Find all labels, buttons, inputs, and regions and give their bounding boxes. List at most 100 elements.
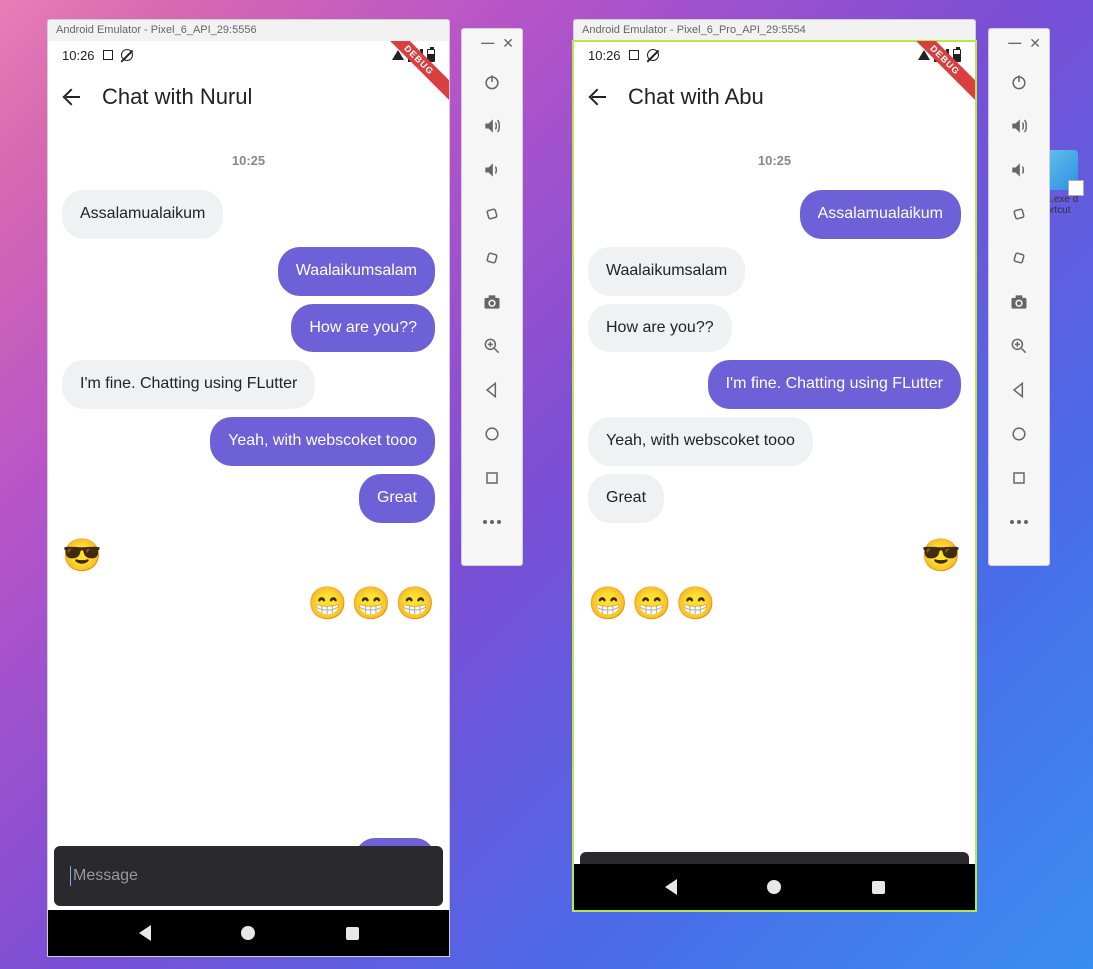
received-message-bubble[interactable]: How are you?? [588,304,732,353]
rotate-right-button[interactable] [989,236,1049,280]
app-bar: Chat with Abu [574,69,975,125]
message-row: Great [62,474,435,523]
sdcard-icon [629,50,639,60]
message-row: How are you?? [588,304,961,353]
phone-screen: 10:26 DEBUG Chat with Nurul 10:25 Assala… [47,41,450,957]
message-row: How are you?? [62,304,435,353]
wifi-icon [392,50,404,60]
battery-icon [427,49,435,62]
volume-up-button[interactable] [989,104,1049,148]
chat-timestamp: 10:25 [588,153,961,168]
signal-icon [934,49,949,62]
no-location-icon [121,49,133,61]
nav-recent-icon[interactable] [346,927,359,940]
nav-back-icon[interactable] [665,879,677,895]
home-button[interactable] [462,412,522,456]
sdcard-icon [103,50,113,60]
received-message-bubble[interactable]: Yeah, with webscoket tooo [588,417,813,466]
overview-button[interactable] [989,456,1049,500]
status-bar: 10:26 [48,41,449,69]
more-button[interactable] [462,500,522,544]
nav-home-icon[interactable] [241,926,255,940]
page-title: Chat with Nurul [102,84,252,110]
message-input[interactable] [73,867,427,885]
zoom-button[interactable] [462,324,522,368]
no-location-icon [647,49,659,61]
rotate-left-button[interactable] [462,192,522,236]
signal-icon [408,49,423,62]
sent-message-bubble[interactable]: Waalaikumsalam [278,247,435,296]
nav-recent-icon[interactable] [872,881,885,894]
received-message-bubble[interactable]: Assalamualaikum [62,190,223,239]
window-title: Android Emulator - Pixel_6_Pro_API_29:55… [582,24,806,36]
emoji-icon: 😁 [395,587,435,619]
emoji-icon: 😁 [351,587,391,619]
received-message-bubble[interactable]: Waalaikumsalam [588,247,745,296]
close-button[interactable]: ✕ [502,35,514,52]
message-row: Yeah, with webscoket tooo [62,417,435,466]
emoji-icon: 😁 [588,587,628,619]
minimize-button[interactable]: — [1008,35,1021,52]
status-time: 10:26 [62,48,95,63]
page-title: Chat with Abu [628,84,764,110]
sent-message-bubble[interactable]: Assalamualaikum [800,190,961,239]
power-button[interactable] [989,60,1049,104]
volume-down-button[interactable] [462,148,522,192]
message-row: Waalaikumsalam [62,247,435,296]
home-button[interactable] [989,412,1049,456]
emoji-message-row: 😁😁😁 [62,587,435,619]
message-row: Assalamualaikum [62,190,435,239]
close-button[interactable]: ✕ [1029,35,1041,52]
message-row: I'm fine. Chatting using FLutter [588,360,961,409]
emoji-icon: 😁 [676,587,716,619]
sent-message-bubble[interactable]: I'm fine. Chatting using FLutter [708,360,961,409]
minimize-button[interactable]: — [481,35,494,52]
back-button[interactable] [989,368,1049,412]
chat-scroll-area[interactable]: 10:25 AssalamualaikumWaalaikumsalamHow a… [48,125,449,858]
volume-down-button[interactable] [989,148,1049,192]
back-icon[interactable] [588,87,608,107]
message-row: Yeah, with webscoket tooo [588,417,961,466]
message-row: I'm fine. Chatting using FLutter [62,360,435,409]
emoji-icon: 😁 [307,587,347,619]
power-button[interactable] [462,60,522,104]
android-navbar [48,910,449,956]
overview-button[interactable] [462,456,522,500]
window-titlebar[interactable]: Android Emulator - Pixel_6_Pro_API_29:55… [573,19,976,41]
battery-icon [953,49,961,62]
back-icon[interactable] [62,87,82,107]
text-cursor [70,866,71,886]
status-bar: 10:26 [574,41,975,69]
nav-back-icon[interactable] [139,925,151,941]
volume-up-button[interactable] [462,104,522,148]
message-input-bar[interactable] [54,846,443,906]
message-row: Waalaikumsalam [588,247,961,296]
received-message-bubble[interactable]: Great [588,474,664,523]
rotate-right-button[interactable] [462,236,522,280]
window-title: Android Emulator - Pixel_6_API_29:5556 [56,24,257,36]
message-row: Assalamualaikum [588,190,961,239]
emoji-icon: 😁 [632,587,672,619]
back-button[interactable] [462,368,522,412]
emoji-message-row: 😁😁😁 [588,587,961,619]
chat-scroll-area[interactable]: 10:25 Assalamualaikum Waalaikumsalam How a… [574,125,975,858]
sent-message-bubble[interactable]: Yeah, with webscoket tooo [210,417,435,466]
received-message-bubble[interactable]: I'm fine. Chatting using FLutter [62,360,315,409]
emoji-message-row: 😎 [62,539,435,571]
sent-message-bubble[interactable]: Great [359,474,435,523]
status-time: 10:26 [588,48,621,63]
emoji-icon: 😎 [62,539,102,571]
emoji-icon: 😎 [921,539,961,571]
camera-button[interactable] [462,280,522,324]
emulator-toolbar-right: — ✕ [988,28,1050,566]
phone-screen: 10:26 DEBUG Chat with Abu 10:25 Assalamu… [573,41,976,911]
more-button[interactable] [989,500,1049,544]
rotate-left-button[interactable] [989,192,1049,236]
window-titlebar[interactable]: Android Emulator - Pixel_6_API_29:5556 [47,19,450,41]
zoom-button[interactable] [989,324,1049,368]
app-bar: Chat with Nurul [48,69,449,125]
emulator-toolbar-left: — ✕ [461,28,523,566]
camera-button[interactable] [989,280,1049,324]
sent-message-bubble[interactable]: How are you?? [291,304,435,353]
nav-home-icon[interactable] [767,880,781,894]
